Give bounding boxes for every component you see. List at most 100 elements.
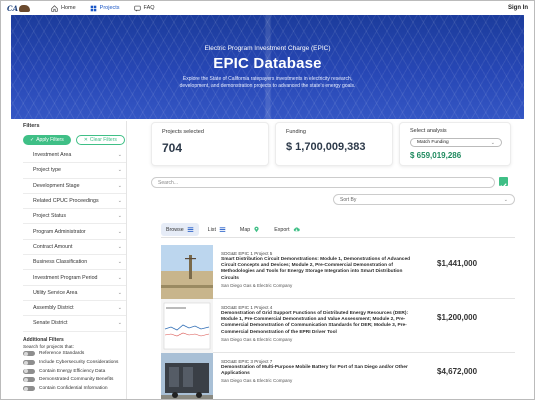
check-icon: ✓ xyxy=(30,137,35,143)
filter-cpuc-proceedings[interactable]: Related CPUC Proceedings ⌄ xyxy=(23,194,126,210)
close-icon: ✕ xyxy=(83,137,88,143)
project-company: San Diego Gas & Electric Company xyxy=(221,378,293,384)
nav-projects[interactable]: Projects xyxy=(90,5,120,12)
chevron-down-icon: ⌄ xyxy=(117,228,122,235)
faq-icon xyxy=(133,5,141,12)
list-icon xyxy=(219,227,226,232)
filter-buttons: ✓ Apply Filters ✕ Clear Filters xyxy=(23,135,126,145)
filters-sidebar: Filters ✓ Apply Filters ✕ Clear Filters … xyxy=(23,121,127,399)
filter-development-stage[interactable]: Development Stage ⌄ xyxy=(23,179,126,194)
filter-label: Utility Service Area xyxy=(33,289,78,296)
project-info: SDG&E EPIC 1 Project 4 Demonstration of … xyxy=(221,305,421,342)
toggle-energy-efficiency[interactable]: Contain Energy Efficiency Data xyxy=(23,367,126,376)
project-id: SDG&E EPIC 3 Project 7 xyxy=(221,359,273,364)
project-title[interactable]: Smart Distribution Circuit Demonstration… xyxy=(221,257,421,282)
chevron-down-icon: ⌄ xyxy=(117,243,122,250)
filter-investment-program-period[interactable]: Investment Program Period ⌄ xyxy=(23,270,126,286)
filter-senate-district[interactable]: Senate District ⌄ xyxy=(23,316,126,332)
filter-project-status[interactable]: Project Status ⌄ xyxy=(23,209,126,225)
cloud-download-icon xyxy=(293,227,300,232)
filter-label: Project type xyxy=(33,167,61,174)
project-title[interactable]: Demonstration of Multi-Purpose Mobile Ba… xyxy=(221,365,421,377)
nav-home-label: Home xyxy=(61,5,76,11)
toggle-switch[interactable] xyxy=(23,360,35,366)
tab-map[interactable]: Map xyxy=(235,223,265,236)
filters-title: Filters xyxy=(23,123,40,129)
apply-filters-button[interactable]: ✓ Apply Filters xyxy=(23,135,71,145)
hero-description: Explore the State of California ratepaye… xyxy=(11,76,524,90)
filter-project-type[interactable]: Project type ⌄ xyxy=(23,163,126,179)
filter-assembly-district[interactable]: Assembly District ⌄ xyxy=(23,301,126,317)
toggle-label: Contain Energy Efficiency Data xyxy=(39,368,106,374)
project-card[interactable]: SDG&E EPIC 1 Project 5 Smart Distributio… xyxy=(161,245,515,299)
app-window: CA Home Projects FAQ Sign In Electric Pr… xyxy=(0,0,535,400)
funding-value: $ 1,700,009,383 xyxy=(286,141,366,153)
filter-label: Development Stage xyxy=(33,182,80,189)
filter-label: Project Status xyxy=(33,213,66,220)
filter-label: Senate District xyxy=(33,320,68,327)
filter-utility-service-area[interactable]: Utility Service Area ⌄ xyxy=(23,286,126,301)
toggle-switch[interactable] xyxy=(23,351,35,357)
tab-export[interactable]: Export xyxy=(269,223,304,236)
project-thumbnail-chart xyxy=(161,299,213,353)
hero-subtitle: Electric Program Investment Charge (EPIC… xyxy=(204,45,331,52)
california-logo[interactable]: CA xyxy=(7,3,37,13)
sign-in-link[interactable]: Sign In xyxy=(508,5,528,11)
project-card[interactable]: SDG&E EPIC 3 Project 7 Demonstration of … xyxy=(161,353,515,399)
projects-selected-card: Projects selected 704 xyxy=(151,122,269,166)
chevron-down-icon: ⌄ xyxy=(117,182,122,189)
tab-list[interactable]: List xyxy=(203,223,231,236)
toggle-community-benefits[interactable]: Demonstrated Community Benefits xyxy=(23,376,126,385)
view-tabs: Browse List Map Export xyxy=(161,223,305,236)
project-info: SDG&E EPIC 3 Project 7 Demonstration of … xyxy=(221,359,421,383)
project-title[interactable]: Demonstration of Grid Support Functions … xyxy=(221,311,421,336)
bear-icon xyxy=(19,4,31,12)
tab-browse[interactable]: Browse xyxy=(161,223,199,236)
chevron-down-icon: ⌄ xyxy=(117,213,122,220)
clear-filters-button[interactable]: ✕ Clear Filters xyxy=(75,135,125,145)
tabs-divider xyxy=(161,237,515,238)
filter-label: Assembly District xyxy=(33,305,74,312)
chevron-down-icon: ⌄ xyxy=(490,139,495,146)
search-check-icon xyxy=(500,183,507,189)
sort-by-select[interactable]: Sort By ⌄ xyxy=(333,194,515,205)
project-thumbnail-battery-trailer xyxy=(161,353,213,399)
project-amount: $4,672,000 xyxy=(437,367,478,376)
project-company: San Diego Gas & Electric Company xyxy=(221,282,293,288)
toggle-switch[interactable] xyxy=(23,368,35,374)
nav-faq[interactable]: FAQ xyxy=(133,5,155,12)
filter-label: Related CPUC Proceedings xyxy=(33,198,99,205)
search-input[interactable]: Search... xyxy=(151,177,495,188)
tab-list-label: List xyxy=(207,226,216,233)
filter-program-administrator[interactable]: Program Administrator ⌄ xyxy=(23,224,126,240)
chevron-down-icon: ⌄ xyxy=(117,305,122,312)
sort-by-label: Sort By xyxy=(340,196,357,203)
toggle-confidential-info[interactable]: Contain Confidential Information xyxy=(23,384,126,393)
chevron-down-icon: ⌄ xyxy=(117,289,122,296)
nav-home[interactable]: Home xyxy=(51,4,76,12)
home-icon xyxy=(51,4,58,12)
hero-content: Electric Program Investment Charge (EPIC… xyxy=(11,45,524,90)
toggle-cybersecurity[interactable]: Include Cybersecurity Considerations xyxy=(23,358,126,367)
analysis-select[interactable]: Match Funding ⌄ xyxy=(410,138,502,147)
project-id: SDG&E EPIC 1 Project 4 xyxy=(221,305,273,310)
toggle-switch[interactable] xyxy=(23,386,35,392)
project-info: SDG&E EPIC 1 Project 5 Smart Distributio… xyxy=(221,251,421,288)
toggle-reference-standards[interactable]: Reference Standards xyxy=(23,350,126,359)
tab-browse-label: Browse xyxy=(166,226,184,233)
filter-label: Program Administrator xyxy=(33,228,86,235)
logo-text: CA xyxy=(7,3,19,13)
toggle-switch[interactable] xyxy=(23,377,35,383)
filter-contract-amount[interactable]: Contract Amount ⌄ xyxy=(23,240,126,256)
filter-business-classification[interactable]: Business Classification ⌄ xyxy=(23,255,126,271)
chevron-down-icon: ⌄ xyxy=(117,274,122,281)
funding-label: Funding xyxy=(286,129,306,135)
project-thumbnail-site xyxy=(161,245,213,299)
additional-filters-title: Additional Filters xyxy=(23,336,64,343)
search-button[interactable] xyxy=(499,177,508,189)
analysis-label: Select analysis xyxy=(410,128,447,134)
filter-investment-area[interactable]: Investment Area ⌄ xyxy=(23,148,126,164)
project-card[interactable]: SDG&E EPIC 1 Project 4 Demonstration of … xyxy=(161,299,515,353)
search-placeholder: Search... xyxy=(158,179,179,186)
filter-label: Investment Program Period xyxy=(33,274,98,281)
